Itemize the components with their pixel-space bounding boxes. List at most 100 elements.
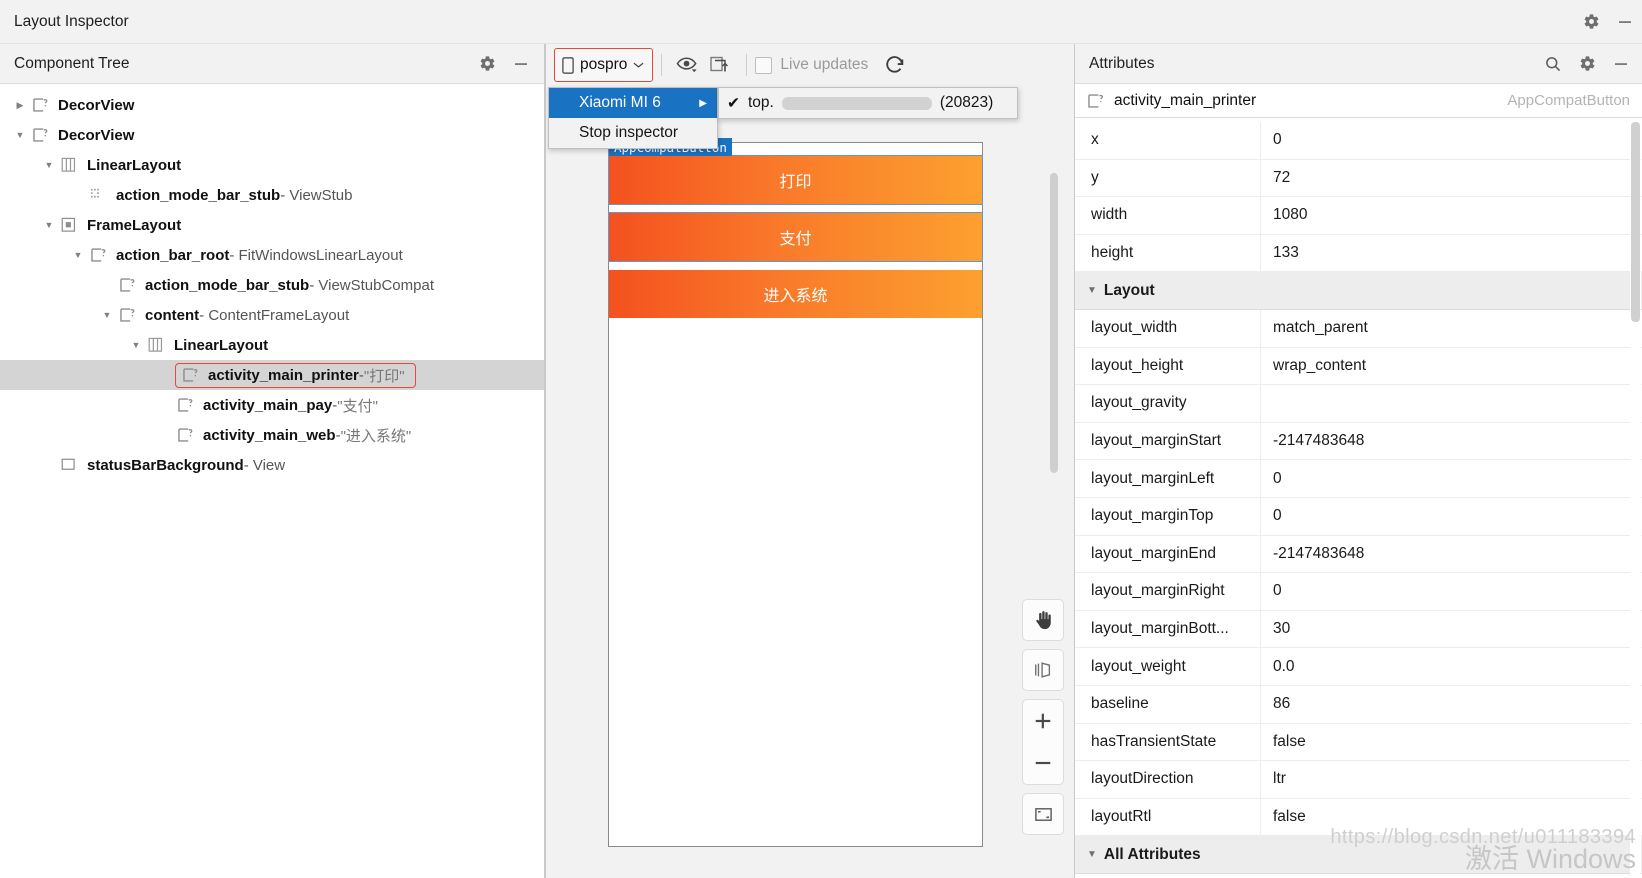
chevron-down-icon[interactable]: ▼ — [99, 307, 115, 323]
attribute-row[interactable]: y 72 — [1075, 159, 1642, 198]
attribute-group-header[interactable]: ▼ Layout — [1075, 272, 1642, 310]
gear-icon[interactable] — [1574, 5, 1608, 39]
gear-icon[interactable] — [470, 47, 504, 81]
attribute-row[interactable]: layout_gravity — [1075, 385, 1642, 423]
android-button[interactable]: 支付 — [609, 213, 982, 261]
attribute-row[interactable]: layout_marginLeft 0 — [1075, 460, 1642, 498]
attribute-value[interactable]: -2147483648 — [1261, 545, 1364, 563]
attribute-key: x — [1075, 122, 1261, 159]
attribute-value[interactable]: false — [1261, 733, 1306, 751]
tree-row[interactable]: ▼ DecorView — [0, 120, 544, 150]
attribute-group-header[interactable]: ▼ All Attributes — [1075, 836, 1642, 874]
tree-row[interactable]: action_mode_bar_stub - ViewStub — [0, 180, 544, 210]
tree-row[interactable]: ▼ FrameLayout — [0, 210, 544, 240]
attributes-table[interactable]: x 0 y 72 width 1080 height 133 ▼ Layout layout_wid… — [1075, 122, 1642, 878]
attribute-value[interactable]: 0 — [1261, 131, 1282, 149]
preview-button[interactable]: 进入系统 — [609, 270, 982, 318]
attribute-row[interactable]: layout_marginBott... 30 — [1075, 610, 1642, 649]
chevron-down-icon[interactable]: ▼ — [41, 217, 57, 233]
view-unknown-icon — [117, 307, 139, 323]
chevron-down-icon[interactable]: ▼ — [70, 247, 86, 263]
attribute-row[interactable]: baseline 86 — [1075, 685, 1642, 724]
attribute-row[interactable]: layout_width match_parent — [1075, 309, 1642, 348]
attributes-scrollbar[interactable] — [1630, 122, 1641, 878]
android-button[interactable]: 进入系统 — [609, 270, 982, 318]
attribute-value[interactable]: wrap_content — [1261, 357, 1366, 375]
minimize-icon[interactable] — [1608, 5, 1642, 39]
attribute-value[interactable]: -2147483648 — [1261, 432, 1364, 450]
attribute-value[interactable]: 72 — [1261, 169, 1290, 187]
attribute-value[interactable]: ltr — [1261, 770, 1286, 788]
preview-scrollbar-thumb[interactable] — [1050, 173, 1058, 473]
component-tree-list[interactable]: ▶ DecorView ▼ DecorView ▼ LinearLayout action_… — [0, 84, 544, 878]
attribute-value[interactable]: 0 — [1261, 582, 1282, 600]
load-overlay-icon[interactable] — [704, 50, 738, 80]
tree-row[interactable]: activity_main_printer - "打印" — [0, 360, 544, 390]
android-button[interactable]: 打印 — [609, 156, 982, 204]
minimize-icon[interactable] — [1604, 47, 1638, 81]
zoom-fit-icon[interactable] — [1022, 793, 1064, 835]
device-selector-dropdown[interactable]: pospro — [554, 48, 654, 82]
tree-row[interactable]: action_mode_bar_stub - ViewStubCompat — [0, 270, 544, 300]
attribute-key: layout_width — [1075, 309, 1261, 347]
attribute-key: layout_height — [1075, 347, 1261, 385]
chevron-down-icon[interactable]: ▼ — [128, 337, 144, 353]
zoom-in-plus-icon[interactable] — [1023, 700, 1063, 742]
attribute-row[interactable]: layout_marginEnd -2147483648 — [1075, 535, 1642, 574]
attribute-row[interactable]: layoutRtl false — [1075, 798, 1642, 837]
tree-row[interactable]: activity_main_pay - "支付" — [0, 390, 544, 420]
attribute-row[interactable]: layout_marginRight 0 — [1075, 573, 1642, 611]
attribute-row[interactable]: hasTransientState false — [1075, 723, 1642, 762]
attribute-row[interactable]: height 133 — [1075, 234, 1642, 273]
attribute-row[interactable]: layoutDirection ltr — [1075, 761, 1642, 799]
tree-row[interactable]: ▼ content - ContentFrameLayout — [0, 300, 544, 330]
live-updates-checkbox[interactable]: Live updates — [755, 56, 868, 74]
chevron-down-icon[interactable]: ▼ — [12, 127, 28, 143]
attribute-row[interactable]: layout_marginTop 0 — [1075, 497, 1642, 536]
zoom-out-minus-icon[interactable] — [1023, 742, 1063, 784]
chevron-right-icon[interactable]: ▶ — [12, 97, 28, 113]
attribute-value[interactable]: 133 — [1261, 244, 1299, 262]
attributes-scrollbar-thumb[interactable] — [1631, 122, 1640, 322]
attribute-row[interactable]: width 1080 — [1075, 197, 1642, 235]
attribute-row[interactable]: layout_weight 0.0 — [1075, 648, 1642, 686]
attribute-row[interactable]: layout_height wrap_content — [1075, 347, 1642, 386]
tree-row[interactable]: statusBarBackground - View — [0, 450, 544, 480]
attribute-row[interactable]: x0 — [1075, 122, 1642, 160]
view-unknown-icon — [30, 97, 52, 113]
layers-3d-icon[interactable] — [1022, 649, 1064, 691]
gear-icon[interactable] — [1570, 47, 1604, 81]
preview-button[interactable]: 支付 — [608, 212, 983, 262]
attribute-value[interactable]: 0 — [1261, 470, 1282, 488]
eye-dropdown-icon[interactable] — [670, 50, 704, 80]
attribute-group-label: All Attributes — [1103, 845, 1201, 863]
tree-node-type: - ContentFrameLayout — [199, 306, 350, 324]
pan-hand-icon[interactable] — [1022, 599, 1064, 641]
chevron-down-icon[interactable]: ▼ — [41, 157, 57, 173]
menu-item-device[interactable]: Xiaomi MI 6 ▶ — [549, 88, 717, 118]
tree-row[interactable]: ▼ LinearLayout — [0, 330, 544, 360]
submenu-item-process[interactable]: ✔ top. (20823) — [719, 88, 1017, 118]
attribute-value[interactable]: 86 — [1261, 695, 1290, 713]
attribute-value[interactable]: 0 — [1261, 507, 1282, 525]
device-process-submenu[interactable]: ✔ top. (20823) — [718, 87, 1018, 119]
attribute-value[interactable]: 30 — [1261, 620, 1290, 638]
preview-button[interactable]: AppCompatButton打印 — [608, 138, 983, 205]
tree-node-value: "支付" — [337, 397, 378, 415]
device-dropdown-menu[interactable]: Xiaomi MI 6 ▶ Stop inspector — [548, 87, 718, 149]
tree-row[interactable]: activity_main_web - "进入系统" — [0, 420, 544, 450]
attribute-value[interactable]: match_parent — [1261, 319, 1368, 337]
refresh-icon[interactable] — [878, 50, 912, 80]
tree-row[interactable]: ▼ action_bar_root - FitWindowsLinearLayou… — [0, 240, 544, 270]
attribute-value[interactable]: 1080 — [1261, 206, 1307, 224]
minimize-icon[interactable] — [504, 47, 538, 81]
attribute-value[interactable]: false — [1261, 808, 1306, 826]
tree-row[interactable]: ▼ LinearLayout — [0, 150, 544, 180]
search-icon[interactable] — [1536, 47, 1570, 81]
preview-scrollbar[interactable] — [1048, 173, 1060, 663]
attribute-row[interactable]: layout_marginStart -2147483648 — [1075, 422, 1642, 461]
attribute-value[interactable]: 0.0 — [1261, 658, 1295, 676]
menu-item-stop-inspector[interactable]: Stop inspector — [549, 118, 717, 148]
device-screen-preview[interactable]: AppCompatButton打印支付进入系统 — [608, 138, 983, 847]
tree-row[interactable]: ▶ DecorView — [0, 90, 544, 120]
